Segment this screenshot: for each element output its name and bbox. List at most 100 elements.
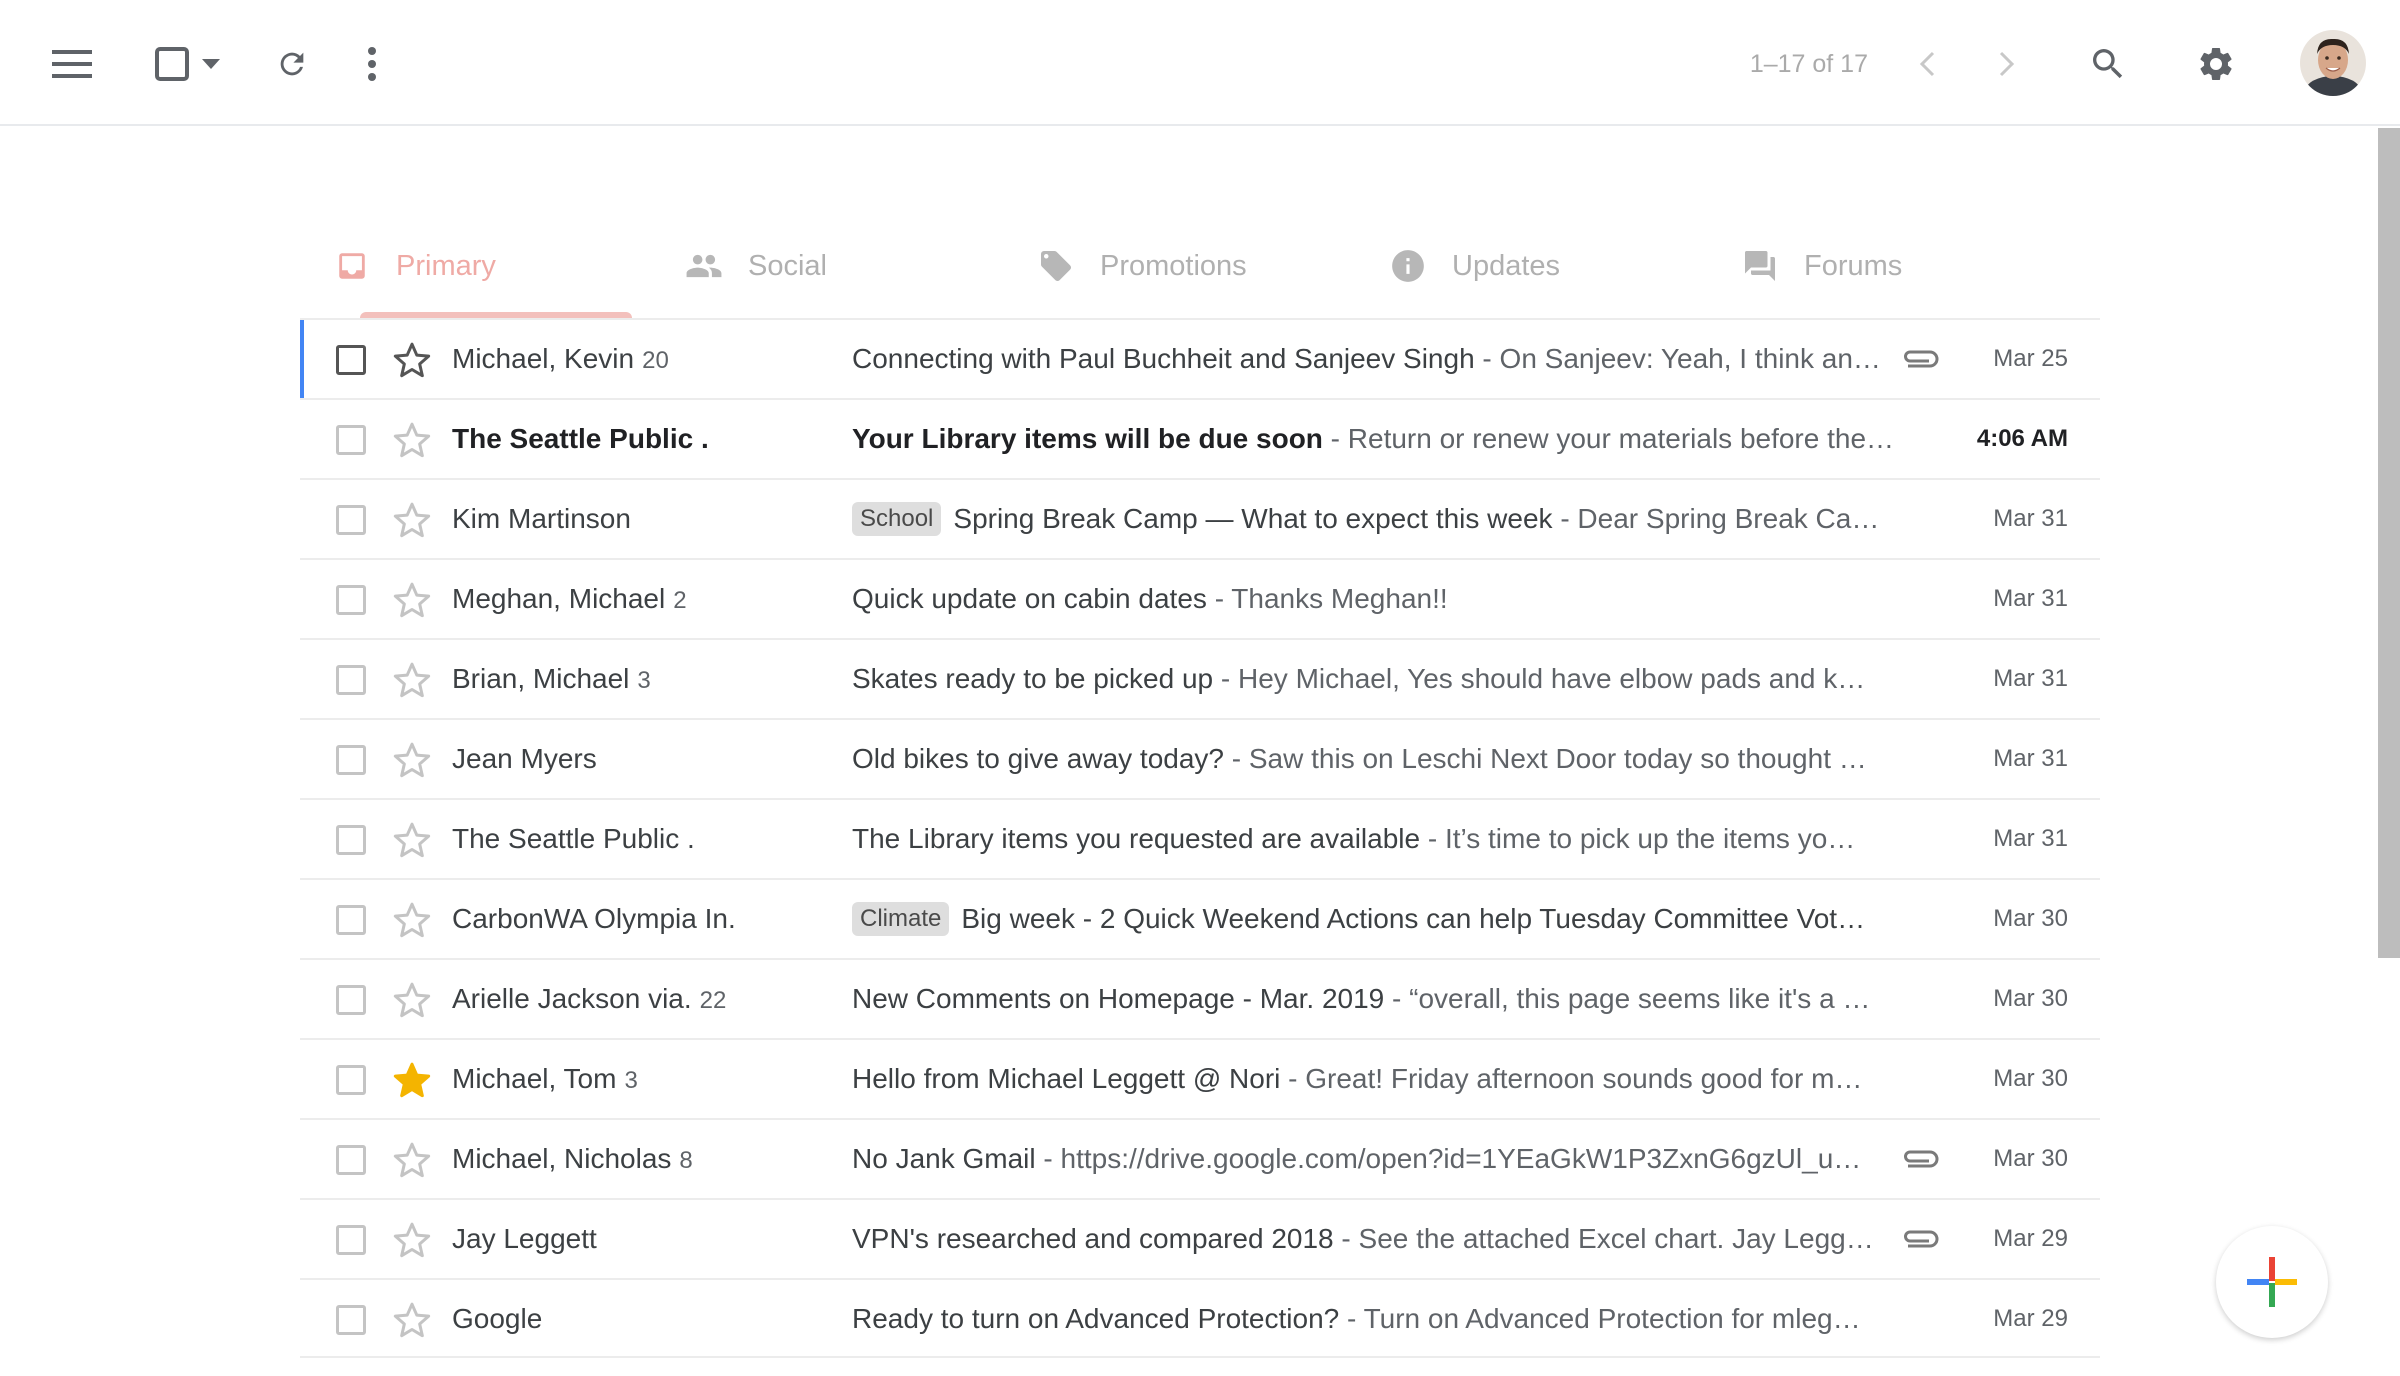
sender-text: The Seattle Public . — [452, 423, 709, 454]
email-subject: Connecting with Paul Buchheit and Sanjee… — [852, 343, 1475, 374]
tab-promotions-label: Promotions — [1100, 249, 1247, 282]
email-row[interactable]: Google Ready to turn on Advanced Protect… — [300, 1278, 2100, 1358]
row-checkbox[interactable] — [336, 1065, 366, 1095]
sender-name: Michael, Nicholas 8 — [452, 1120, 693, 1198]
sender-name: The Seattle Public . — [452, 800, 703, 878]
email-row[interactable]: Brian, Michael 3 Skates ready to be picke… — [300, 638, 2100, 718]
email-row[interactable]: Jean Myers Old bikes to give away today?… — [300, 718, 2100, 798]
star-icon[interactable] — [392, 1060, 432, 1100]
email-row[interactable]: CarbonWA Olympia In. Climate Big week - 2… — [300, 878, 2100, 958]
settings-button[interactable] — [2194, 40, 2238, 88]
chevron-right-icon — [1999, 51, 2015, 77]
email-row[interactable]: Jay Leggett VPN's researched and compare… — [300, 1198, 2100, 1278]
row-checkbox[interactable] — [336, 1145, 366, 1175]
subject-snippet: Skates ready to be picked up - Hey Micha… — [852, 640, 2182, 718]
tab-primary[interactable]: Primary — [300, 214, 652, 318]
prev-page-button[interactable] — [1912, 44, 1942, 84]
sender-name: Arielle Jackson via. 22 — [452, 960, 726, 1038]
email-snippet: - Thanks Meghan!! — [1206, 583, 1448, 614]
star-icon[interactable] — [392, 1140, 432, 1180]
attachment-icon — [1904, 350, 1939, 368]
star-icon[interactable] — [392, 660, 432, 700]
email-snippet: - Saw this on Leschi Next Door today so … — [1223, 743, 1867, 774]
tab-promotions[interactable]: Promotions — [1004, 214, 1356, 318]
tab-forums[interactable]: Forums — [1708, 214, 2060, 318]
star-icon[interactable] — [392, 1300, 432, 1340]
email-row[interactable]: The Seattle Public . Your Library items … — [300, 398, 2100, 478]
email-date: Mar 30 — [1993, 985, 2068, 1012]
hamburger-menu-icon[interactable] — [48, 44, 96, 84]
gear-icon — [2200, 47, 2232, 80]
email-row[interactable]: The Seattle Public . The Library items y… — [300, 798, 2100, 878]
email-row[interactable]: Arielle Jackson via. 22 New Comments on H… — [300, 958, 2100, 1038]
row-checkbox[interactable] — [336, 905, 366, 935]
star-icon[interactable] — [392, 740, 432, 780]
attachment-icon — [1904, 1230, 1939, 1248]
email-row[interactable]: Michael, Nicholas 8 No Jank Gmail - https… — [300, 1118, 2100, 1198]
sender-text: Jay Leggett — [452, 1223, 597, 1254]
email-date: Mar 30 — [1993, 1065, 2068, 1092]
email-date: 4:06 AM — [1976, 425, 2068, 452]
email-snippet: - Dear Spring Break Ca… — [1552, 503, 1880, 534]
star-icon[interactable] — [392, 980, 432, 1020]
tab-social[interactable]: Social — [652, 214, 1004, 318]
select-dropdown-button[interactable] — [198, 54, 224, 74]
star-icon[interactable] — [392, 820, 432, 860]
account-avatar[interactable] — [2300, 30, 2366, 96]
email-subject: The Library items you requested are avai… — [852, 823, 1421, 854]
sender-text: Michael, Nicholas — [452, 1143, 672, 1174]
email-row[interactable]: Kim Martinson School Spring Break Camp — … — [300, 478, 2100, 558]
tab-updates[interactable]: Updates — [1356, 214, 1708, 318]
row-checkbox[interactable] — [336, 1225, 366, 1255]
sender-text: Meghan, Michael — [452, 583, 666, 614]
row-checkbox[interactable] — [336, 825, 366, 855]
email-date: Mar 31 — [1993, 665, 2068, 692]
sender-name: Jay Leggett — [452, 1200, 605, 1278]
row-checkbox[interactable] — [336, 505, 366, 535]
label-chip[interactable]: Climate — [852, 902, 950, 936]
star-icon[interactable] — [392, 340, 432, 380]
email-subject: New Comments on Homepage - Mar. 2019 — [852, 983, 1385, 1014]
scrollbar-thumb[interactable] — [2378, 128, 2400, 958]
refresh-button[interactable] — [272, 44, 312, 84]
star-icon[interactable] — [392, 1220, 432, 1260]
compose-button[interactable] — [2216, 1226, 2328, 1338]
sender-text: Google — [452, 1303, 543, 1334]
label-chip[interactable]: School — [852, 502, 942, 536]
star-icon[interactable] — [392, 900, 432, 940]
more-options-button[interactable] — [352, 44, 392, 84]
row-checkbox[interactable] — [336, 665, 366, 695]
sender-name: The Seattle Public . — [452, 400, 717, 478]
row-checkbox[interactable] — [336, 985, 366, 1015]
tab-updates-label: Updates — [1452, 249, 1561, 282]
email-subject: VPN's researched and compared 2018 — [852, 1223, 1334, 1254]
email-subject: No Jank Gmail — [852, 1143, 1036, 1174]
thread-count: 3 — [637, 667, 651, 694]
thread-count: 20 — [642, 347, 669, 374]
email-date: Mar 31 — [1993, 825, 2068, 852]
next-page-button[interactable] — [1992, 44, 2022, 84]
row-checkbox[interactable] — [336, 425, 366, 455]
row-checkbox[interactable] — [336, 745, 366, 775]
caret-down-icon — [202, 59, 220, 69]
row-checkbox[interactable] — [336, 1305, 366, 1335]
search-button[interactable] — [2086, 40, 2130, 88]
forum-icon — [1740, 246, 1780, 286]
subject-snippet: Hello from Michael Leggett @ Nori - Grea… — [852, 1040, 2182, 1118]
people-icon — [684, 246, 724, 286]
email-row[interactable]: Michael, Kevin 20 Connecting with Paul Bu… — [300, 318, 2100, 398]
thread-count: 3 — [624, 1067, 638, 1094]
email-row[interactable]: Meghan, Michael 2 Quick update on cabin d… — [300, 558, 2100, 638]
select-all-checkbox[interactable] — [152, 44, 192, 84]
star-icon[interactable] — [392, 420, 432, 460]
star-icon[interactable] — [392, 580, 432, 620]
star-icon[interactable] — [392, 500, 432, 540]
row-checkbox[interactable] — [336, 345, 366, 375]
email-row[interactable]: Michael, Tom 3 Hello from Michael Leggett… — [300, 1038, 2100, 1118]
row-checkbox[interactable] — [336, 585, 366, 615]
refresh-icon — [280, 52, 304, 76]
thread-count: 22 — [699, 987, 727, 1014]
email-subject: Hello from Michael Leggett @ Nori — [852, 1063, 1281, 1094]
subject-snippet: Ready to turn on Advanced Protection? - … — [852, 1280, 2182, 1358]
sender-text: CarbonWA Olympia In. — [452, 903, 736, 934]
